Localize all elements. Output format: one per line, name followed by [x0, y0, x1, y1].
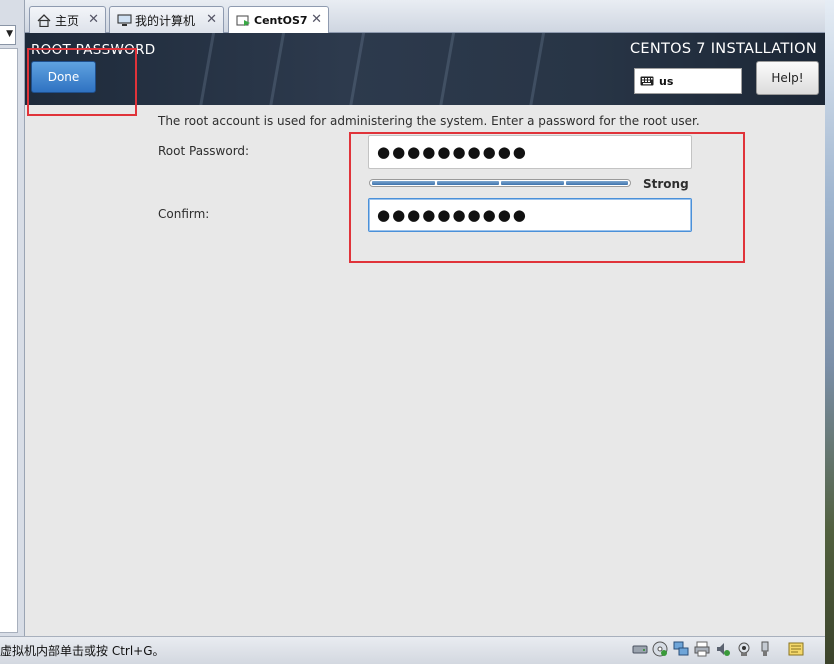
tab-home[interactable]: 主页 ✕	[29, 6, 106, 33]
home-icon	[36, 13, 52, 27]
keyboard-layout-label: us	[659, 74, 674, 88]
camera-icon[interactable]	[736, 641, 752, 657]
close-icon[interactable]: ✕	[88, 12, 99, 27]
status-bar: 虚拟机内部单击或按 Ctrl+G。	[0, 636, 825, 664]
vm-screen[interactable]: ROOT PASSWORD Done CENTOS 7 INSTALLATION…	[25, 33, 825, 636]
close-icon[interactable]: ✕	[311, 12, 322, 27]
library-tree[interactable]	[0, 48, 18, 633]
host-desktop-edge	[825, 0, 834, 664]
tab-label: CentOS7	[254, 14, 308, 27]
help-button[interactable]: Help!	[756, 61, 819, 95]
computer-icon	[116, 13, 132, 27]
annotation-box-password	[349, 132, 745, 263]
vm-icon	[235, 14, 251, 28]
cd-drive-icon[interactable]	[652, 641, 668, 657]
tab-label: 我的计算机	[135, 13, 196, 28]
confirm-label: Confirm:	[158, 207, 210, 221]
root-password-label: Root Password:	[158, 144, 250, 158]
hard-disk-icon[interactable]	[632, 641, 648, 657]
close-icon[interactable]: ✕	[206, 12, 217, 27]
chevron-down-icon: ▼	[6, 29, 13, 39]
tab-centos7[interactable]: CentOS7 ✕	[228, 6, 329, 34]
annotation-box-done	[27, 48, 137, 116]
status-message: 虚拟机内部单击或按 Ctrl+G。	[0, 644, 165, 658]
network-icon[interactable]	[673, 641, 689, 657]
sound-icon[interactable]	[715, 641, 731, 657]
usb-icon[interactable]	[757, 641, 773, 657]
keyboard-layout-indicator[interactable]: us	[634, 68, 742, 94]
header-banner: ROOT PASSWORD Done CENTOS 7 INSTALLATION…	[25, 33, 825, 105]
printer-icon[interactable]	[694, 641, 710, 657]
message-icon[interactable]	[788, 641, 804, 657]
root-password-description: The root account is used for administeri…	[158, 114, 700, 128]
library-panel-edge: ▼	[0, 0, 25, 636]
keyboard-icon	[640, 76, 654, 86]
tab-label: 主页	[55, 13, 80, 28]
library-dropdown[interactable]: ▼	[0, 25, 16, 45]
installation-title: CENTOS 7 INSTALLATION	[629, 41, 817, 57]
tab-my-computer[interactable]: 我的计算机 ✕	[109, 6, 224, 33]
tab-bar: 主页 ✕ 我的计算机 ✕ CentOS7 ✕	[25, 0, 825, 34]
